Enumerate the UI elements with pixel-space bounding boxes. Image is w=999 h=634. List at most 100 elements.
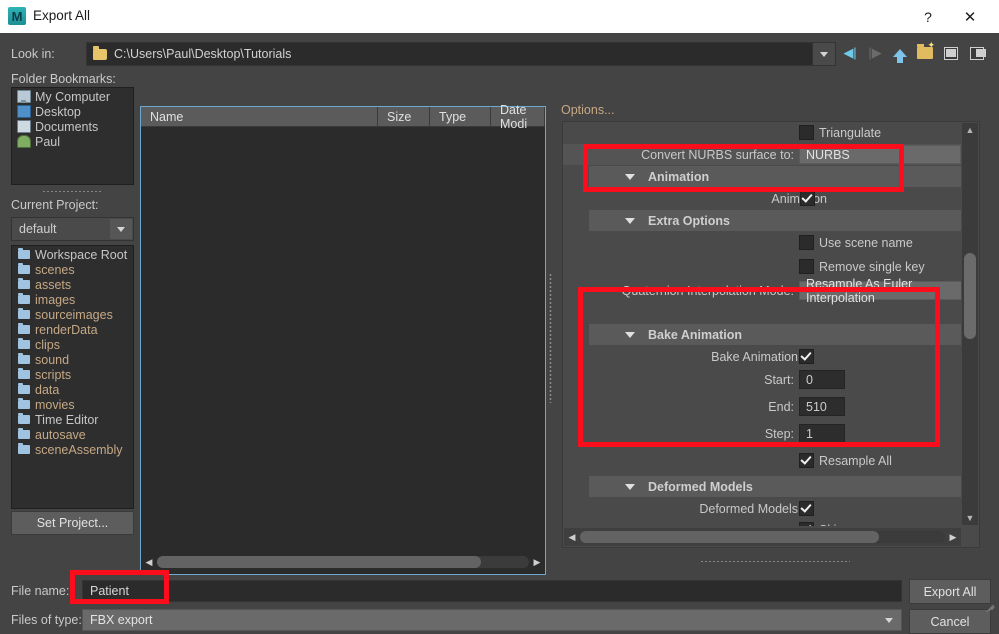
bake-animation-checkbox[interactable]	[799, 349, 814, 364]
options-label: Options...	[561, 103, 615, 117]
path-combobox[interactable]: C:\Users\Paul\Desktop\Tutorials	[86, 42, 836, 66]
convert-nurbs-value[interactable]: NURBS	[799, 145, 961, 164]
column-header-name[interactable]: Name	[141, 107, 378, 126]
scroll-track[interactable]	[157, 556, 529, 568]
chevron-down-icon	[820, 51, 828, 57]
start-input[interactable]: 0	[799, 370, 845, 389]
files-of-type-dropdown-button[interactable]	[878, 611, 900, 629]
scroll-thumb[interactable]	[157, 556, 481, 568]
scroll-left-icon[interactable]: ◀	[564, 532, 580, 543]
bookmark-item[interactable]: Paul	[12, 135, 133, 149]
animation-checkbox[interactable]	[800, 191, 815, 206]
column-header-date-modified[interactable]: Date Modi	[491, 103, 545, 131]
resample-all-checkbox[interactable]	[799, 453, 814, 468]
section-header-bake-animation[interactable]: Bake Animation	[589, 324, 961, 345]
user-icon	[17, 135, 31, 148]
up-one-level-icon[interactable]	[890, 43, 910, 63]
scroll-thumb[interactable]	[964, 253, 976, 339]
folder-list-item[interactable]: sceneAssembly	[12, 442, 133, 457]
scroll-up-icon[interactable]: ▲	[962, 123, 978, 137]
quaternion-interpolation-value[interactable]: Resample As Euler Interpolation	[799, 277, 961, 305]
current-project-combobox[interactable]: default	[11, 217, 134, 241]
scroll-track[interactable]	[580, 531, 945, 543]
help-button[interactable]: ?	[913, 6, 943, 28]
folder-label: sourceimages	[35, 307, 113, 322]
splitter-handle[interactable]	[42, 190, 102, 193]
new-folder-icon[interactable]	[915, 40, 935, 63]
skins-checkbox[interactable]	[799, 522, 814, 526]
step-input[interactable]: 1	[799, 424, 845, 443]
horizontal-splitter-handle[interactable]	[700, 560, 850, 563]
folder-icon	[18, 397, 30, 409]
section-header-extra-options[interactable]: Extra Options	[589, 210, 961, 231]
bookmark-item[interactable]: My Computer	[12, 90, 133, 104]
section-label-deformed-models: Deformed Models	[648, 479, 753, 494]
option-row-quaternion: Quaternion Interpolation Mode: Resample …	[563, 277, 961, 305]
folder-list-item[interactable]: images	[12, 292, 133, 307]
folder-list-item[interactable]: renderData	[12, 322, 133, 337]
look-in-label: Look in:	[11, 47, 55, 61]
folder-list-item[interactable]: data	[12, 382, 133, 397]
options-horizontal-scrollbar[interactable]: ◀ ▶	[564, 528, 961, 546]
section-label-bake-animation: Bake Animation	[648, 327, 743, 342]
vertical-splitter-handle[interactable]	[549, 273, 552, 403]
list-view-icon[interactable]	[941, 43, 961, 63]
remove-single-key-checkbox[interactable]	[799, 259, 814, 274]
folder-list-item[interactable]: scripts	[12, 367, 133, 382]
folder-list-item[interactable]: scenes	[12, 262, 133, 277]
resize-grip[interactable]	[983, 597, 997, 613]
folder-bookmarks-label: Folder Bookmarks:	[11, 72, 116, 86]
deformed-models-label: Deformed Models	[699, 501, 798, 516]
path-dropdown-button[interactable]	[812, 42, 836, 66]
folder-icon	[18, 292, 30, 304]
folder-list-item[interactable]: autosave	[12, 427, 133, 442]
scroll-right-icon[interactable]: ▶	[529, 557, 545, 568]
scroll-thumb[interactable]	[580, 531, 880, 543]
file-list-horizontal-scrollbar[interactable]: ◀ ▶	[141, 552, 545, 572]
folder-label: autosave	[35, 427, 86, 442]
file-name-input[interactable]: Patient	[82, 580, 902, 602]
set-project-button[interactable]: Set Project...	[11, 511, 134, 535]
scroll-left-icon[interactable]: ◀	[141, 557, 157, 568]
scroll-down-icon[interactable]: ▼	[962, 511, 978, 525]
folder-list-item[interactable]: clips	[12, 337, 133, 352]
current-project-value: default	[19, 222, 57, 236]
folder-list-item[interactable]: Time Editor	[12, 412, 133, 427]
close-icon[interactable]: ✕	[955, 6, 985, 28]
options-scroll-area[interactable]: Triangulate Convert NURBS surface to: NU…	[563, 122, 961, 526]
forward-icon[interactable]: |▶	[865, 43, 885, 63]
folder-list-item[interactable]: movies	[12, 397, 133, 412]
column-header-size[interactable]: Size	[378, 107, 430, 126]
options-vertical-scrollbar[interactable]: ▲ ▼	[962, 123, 978, 525]
end-input[interactable]: 510	[799, 397, 845, 416]
folder-list-item[interactable]: sourceimages	[12, 307, 133, 322]
folder-icon	[18, 427, 30, 439]
project-folder-list[interactable]: Workspace Root scenes assets images sour…	[11, 245, 134, 509]
folder-list-item[interactable]: sound	[12, 352, 133, 367]
column-header-type[interactable]: Type	[430, 107, 491, 126]
back-icon[interactable]: ◀|	[840, 43, 860, 63]
detail-view-icon[interactable]	[967, 43, 987, 63]
folder-label: Workspace Root	[35, 247, 128, 262]
bookmark-item[interactable]: Desktop	[12, 105, 133, 119]
chevron-down-icon	[117, 226, 125, 232]
file-list-body[interactable]	[141, 127, 545, 552]
folder-list-item[interactable]: assets	[12, 277, 133, 292]
use-scene-name-checkbox[interactable]	[799, 235, 814, 250]
desktop-icon	[17, 105, 31, 118]
section-label-animation: Animation	[648, 169, 710, 184]
export-all-button[interactable]: Export All	[909, 579, 991, 604]
deformed-models-checkbox[interactable]	[799, 501, 814, 516]
bookmark-item[interactable]: Documents	[12, 120, 133, 134]
current-project-dropdown-button[interactable]	[110, 219, 132, 239]
folder-icon	[18, 322, 30, 334]
file-list[interactable]: Name Size Type Date Modi ◀ ▶	[140, 103, 546, 575]
computer-icon	[17, 90, 31, 103]
folder-bookmarks-list[interactable]: My Computer Desktop Documents Paul	[11, 87, 134, 185]
section-header-deformed-models[interactable]: Deformed Models	[589, 476, 961, 497]
scroll-right-icon[interactable]: ▶	[945, 532, 961, 543]
files-of-type-combobox[interactable]: FBX export	[82, 609, 902, 631]
section-header-animation[interactable]: Animation	[589, 166, 961, 187]
folder-list-item[interactable]: Workspace Root	[12, 247, 133, 262]
triangulate-checkbox[interactable]	[799, 125, 814, 140]
